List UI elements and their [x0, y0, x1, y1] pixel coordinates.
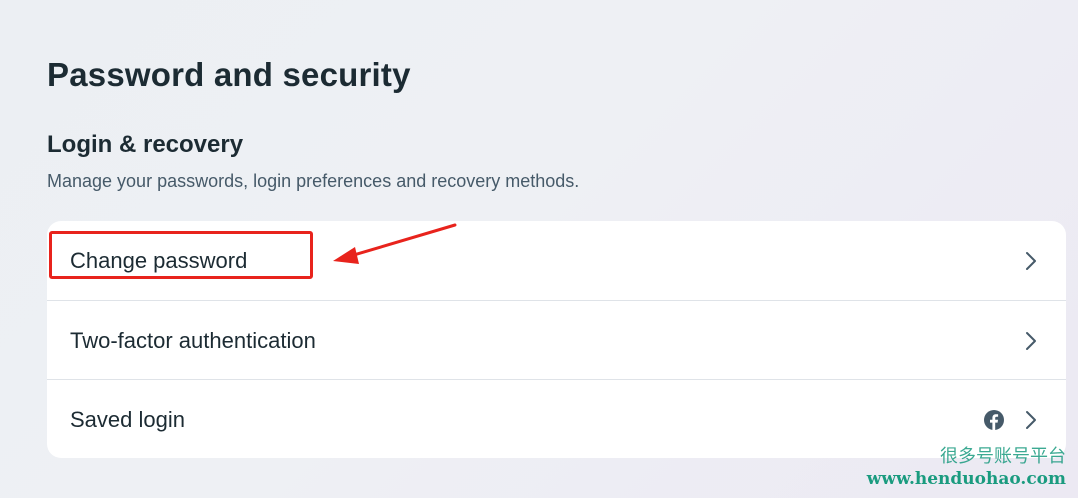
change-password-label: Change password	[70, 247, 248, 273]
two-factor-authentication-row[interactable]: Two-factor authentication	[47, 300, 1066, 380]
facebook-icon	[984, 409, 1004, 430]
login-recovery-card: Change password Two-factor authenticatio…	[47, 221, 1066, 458]
section-description: Manage your passwords, login preferences…	[47, 171, 580, 191]
chevron-right-icon	[1026, 331, 1036, 350]
two-factor-authentication-label: Two-factor authentication	[70, 327, 316, 353]
change-password-row[interactable]: Change password	[47, 221, 1066, 300]
page-title: Password and security	[47, 56, 411, 93]
watermark: 很多号账号平台 www.henduohao.com	[867, 444, 1066, 490]
chevron-right-icon	[1026, 251, 1036, 270]
saved-login-label: Saved login	[70, 406, 185, 432]
chevron-right-icon	[1026, 410, 1036, 429]
section-title: Login & recovery	[47, 131, 244, 158]
watermark-url: www.henduohao.com	[866, 469, 1066, 489]
watermark-chinese-text: 很多号账号平台	[940, 446, 1066, 466]
